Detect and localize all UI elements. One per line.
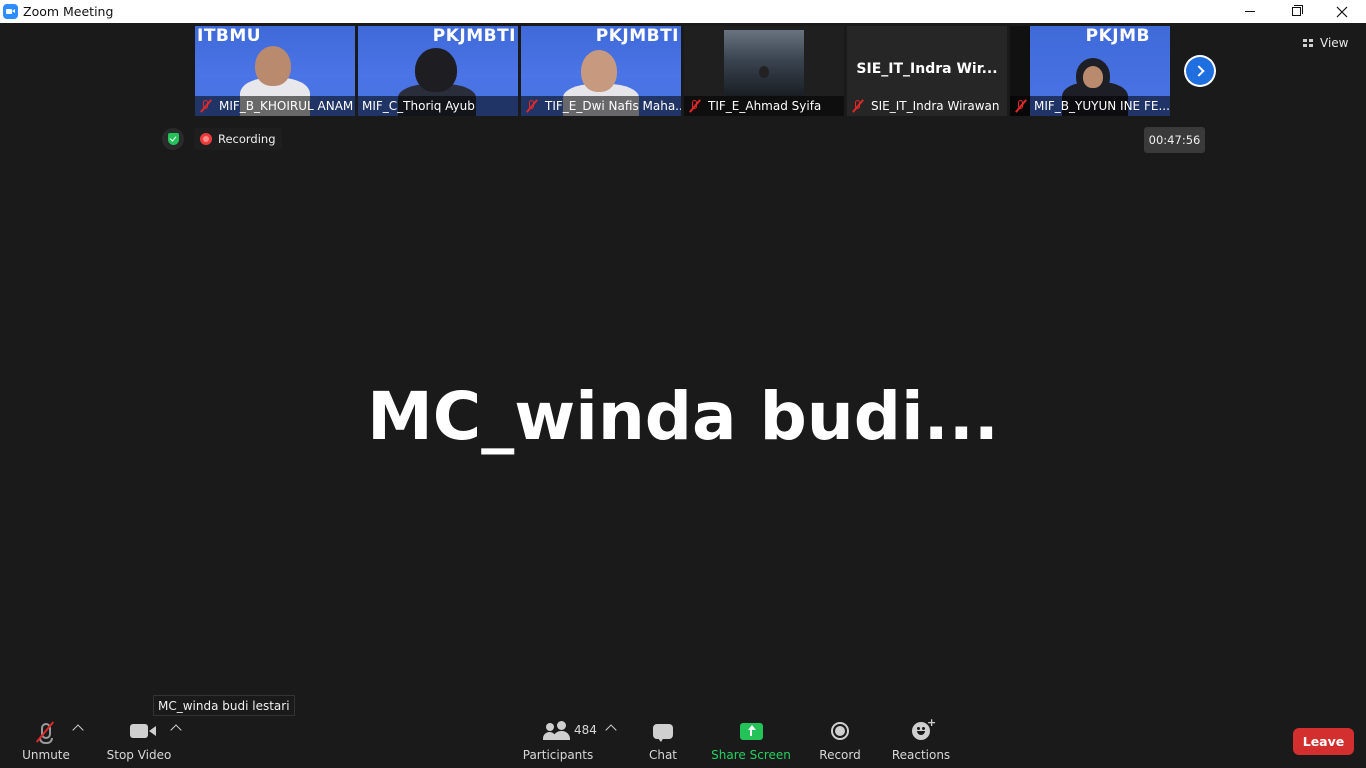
chat-bubble-icon <box>651 716 675 746</box>
muted-mic-icon <box>851 99 865 113</box>
participant-display-name: SIE_IT_Indra Wir... <box>856 61 998 77</box>
participant-caption: MIF_B_YUYUN INE FE... <box>1010 96 1170 116</box>
chevron-right-icon <box>1186 57 1214 85</box>
share-screen-button[interactable]: Share Screen <box>711 716 791 768</box>
muted-mic-icon <box>34 716 58 746</box>
participant-name: SIE_IT_Indra Wirawan <box>871 99 1000 113</box>
next-page-button[interactable] <box>1184 55 1216 87</box>
video-options-caret-icon[interactable] <box>170 724 182 736</box>
chat-button[interactable]: Chat <box>645 716 681 768</box>
participant-caption: TIF_E_Ahmad Syifa <box>684 96 844 116</box>
encryption-shield-icon[interactable] <box>162 128 184 150</box>
participant-video-face <box>415 48 457 92</box>
record-button[interactable]: Record <box>818 716 862 768</box>
muted-mic-icon <box>199 99 213 113</box>
meeting-timer: 00:47:56 <box>1144 127 1205 153</box>
participant-video-face <box>581 50 617 92</box>
participant-tile[interactable]: PKJMB MIF_B_YUYUN INE FE... <box>1010 26 1170 116</box>
participants-label: Participants <box>522 748 594 762</box>
zoom-app-icon <box>3 4 18 19</box>
restore-button[interactable] <box>1273 0 1319 23</box>
recording-label: Recording <box>218 132 276 146</box>
participants-options-caret-icon[interactable] <box>605 724 617 736</box>
restore-icon <box>1291 5 1303 16</box>
reactions-label: Reactions <box>891 748 951 762</box>
participant-tile[interactable]: TIF_E_Ahmad Syifa <box>684 26 844 116</box>
record-icon <box>828 716 852 746</box>
participant-name: TIF_E_Dwi Nafis Maha... <box>545 99 681 113</box>
unmute-label: Unmute <box>22 748 70 762</box>
participant-tile[interactable]: PKJMBTI TIF_E_Dwi Nafis Maha... <box>521 26 681 116</box>
close-icon <box>1336 6 1348 17</box>
participant-video-face <box>255 46 291 86</box>
participant-video-face <box>1083 66 1103 88</box>
recording-dot-icon <box>200 133 212 145</box>
reactions-button[interactable]: + Reactions <box>892 716 950 768</box>
muted-mic-icon <box>525 99 539 113</box>
participants-count: 484 <box>574 723 597 737</box>
video-banner-text: PKJMB <box>1085 26 1150 46</box>
participant-tile[interactable]: PKJMBTI MIF_C_Thoriq Ayub <box>358 26 518 116</box>
video-banner-text: PKJMBTI <box>595 26 679 46</box>
window-titlebar: Zoom Meeting <box>0 0 1366 23</box>
video-camera-icon <box>124 716 156 746</box>
participant-caption: SIE_IT_Indra Wirawan <box>847 96 1007 116</box>
participant-name: TIF_E_Ahmad Syifa <box>708 99 822 113</box>
muted-mic-icon <box>688 99 702 113</box>
active-speaker-tooltip: MC_winda budi lestari <box>153 695 295 716</box>
share-screen-icon <box>736 716 766 746</box>
share-screen-label: Share Screen <box>711 748 791 762</box>
meeting-controls-toolbar: Unmute Stop Video Participants 484 Chat … <box>0 716 1366 768</box>
close-button[interactable] <box>1319 0 1365 23</box>
video-banner-text: ITBMU <box>197 26 262 46</box>
view-button-label: View <box>1320 36 1349 50</box>
participants-icon <box>542 716 574 746</box>
participant-video-room <box>724 30 804 96</box>
active-speaker-name: MC_winda budi... <box>367 378 999 455</box>
recording-indicator[interactable]: Recording <box>194 128 282 150</box>
unmute-button[interactable]: Unmute <box>21 716 71 768</box>
minimize-button[interactable] <box>1227 0 1273 23</box>
participant-tile[interactable]: ITBMU MIF_B_KHOIRUL ANAM <box>195 26 355 116</box>
stop-video-button[interactable]: Stop Video <box>107 716 171 768</box>
participant-name: MIF_B_KHOIRUL ANAM <box>219 99 354 113</box>
audio-options-caret-icon[interactable] <box>72 724 84 736</box>
video-banner-text: PKJMBTI <box>432 26 516 46</box>
stop-video-label: Stop Video <box>106 748 172 762</box>
smiley-plus-icon: + <box>907 716 936 746</box>
participant-caption: MIF_C_Thoriq Ayub <box>358 96 518 116</box>
participant-name: MIF_C_Thoriq Ayub <box>362 99 475 113</box>
participant-name: MIF_B_YUYUN INE FE... <box>1034 99 1170 113</box>
chat-label: Chat <box>648 748 678 762</box>
muted-mic-icon <box>1014 99 1028 113</box>
participant-video-face <box>759 66 769 78</box>
minimize-icon <box>1245 11 1255 12</box>
leave-button[interactable]: Leave <box>1293 728 1354 755</box>
window-title: Zoom Meeting <box>23 4 114 19</box>
grid-icon <box>1303 38 1314 48</box>
record-label: Record <box>819 748 861 762</box>
participant-caption: MIF_B_KHOIRUL ANAM <box>195 96 355 116</box>
participant-tile[interactable]: SIE_IT_Indra Wir... SIE_IT_Indra Wirawan <box>847 26 1007 116</box>
participant-caption: TIF_E_Dwi Nafis Maha... <box>521 96 681 116</box>
view-button[interactable]: View <box>1303 32 1348 54</box>
